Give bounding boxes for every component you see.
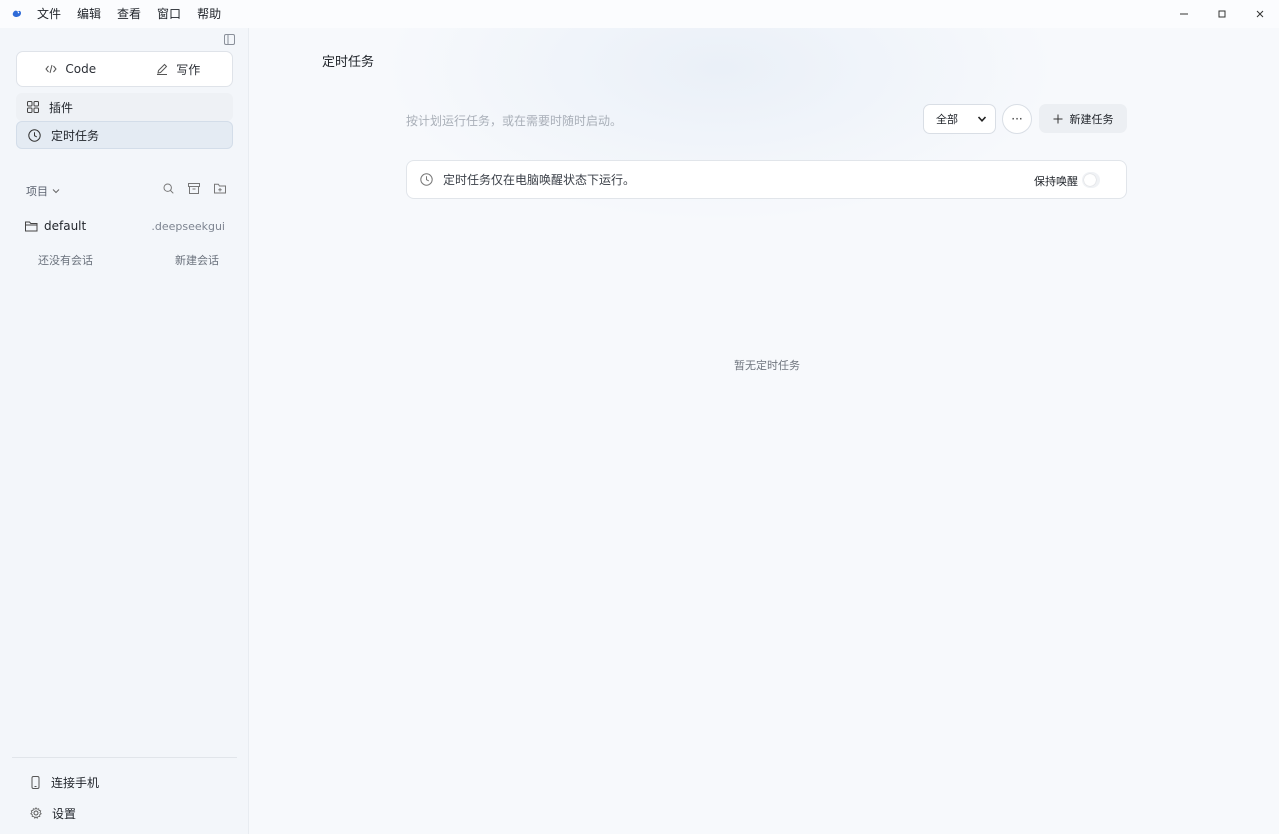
menu-window[interactable]: 窗口 (157, 0, 181, 28)
filter-selected-value: 全部 (936, 113, 958, 126)
mode-code-button[interactable]: Code (17, 52, 125, 86)
project-item-default[interactable]: default .deepseekgui (25, 217, 225, 235)
page-title: 定时任务 (322, 55, 375, 70)
chevron-down-icon (977, 114, 987, 124)
new-folder-icon[interactable] (214, 183, 226, 194)
close-icon (1256, 10, 1264, 18)
project-path: .deepseekgui (151, 219, 225, 233)
menu-view[interactable]: 查看 (117, 0, 141, 28)
title-bar: 文件 编辑 查看 窗口 帮助 (0, 0, 1279, 28)
gear-icon (30, 807, 42, 819)
phone-icon (30, 775, 41, 789)
minimize-icon (1180, 13, 1188, 15)
new-task-button[interactable]: 新建任务 (1039, 104, 1127, 133)
ellipsis-icon: ··· (1011, 112, 1023, 126)
project-name: default (44, 219, 87, 233)
sidebar-toggle-icon[interactable] (224, 34, 235, 45)
connect-phone-button[interactable]: 连接手机 (30, 774, 99, 790)
empty-state-text: 暂无定时任务 (734, 359, 800, 372)
toggle-knob (1084, 174, 1096, 186)
close-button[interactable] (1241, 0, 1279, 28)
main-content: 定时任务 按计划运行任务，或在需要时随时启动。 全部 ··· 新建任务 定时任务… (250, 28, 1279, 834)
more-options-button[interactable]: ··· (1002, 104, 1032, 134)
new-session-link[interactable]: 新建会话 (175, 252, 219, 267)
clock-icon (420, 173, 433, 186)
search-icon[interactable] (163, 183, 174, 194)
menu-help[interactable]: 帮助 (197, 0, 221, 28)
clock-icon (28, 128, 41, 142)
maximize-button[interactable] (1203, 0, 1241, 28)
no-sessions-label: 还没有会话 (38, 254, 93, 267)
sidebar-item-label: 插件 (49, 100, 74, 115)
mode-switch: Code 写作 (16, 51, 233, 87)
session-row: 还没有会话 新建会话 (38, 252, 219, 267)
settings-button[interactable]: 设置 (30, 805, 76, 821)
settings-label: 设置 (52, 806, 77, 821)
projects-header: 项目 (26, 183, 226, 199)
awake-notice-card: 定时任务仅在电脑唤醒状态下运行。 保持唤醒 (406, 160, 1127, 199)
code-icon (45, 64, 58, 74)
minimize-button[interactable] (1165, 0, 1203, 28)
sidebar-item-label: 定时任务 (51, 128, 100, 143)
sidebar-divider (12, 757, 237, 758)
projects-dropdown[interactable]: 项目 (26, 183, 48, 199)
app-logo-icon (11, 8, 23, 20)
keep-awake-label: 保持唤醒 (1034, 175, 1078, 188)
folder-icon (25, 221, 38, 232)
window-controls (1165, 0, 1279, 28)
grid-icon (27, 101, 39, 113)
mode-code-label: Code (65, 62, 97, 76)
menu-edit[interactable]: 编辑 (77, 0, 101, 28)
menu-file[interactable]: 文件 (37, 0, 61, 28)
archive-icon[interactable] (188, 183, 200, 194)
maximize-icon (1218, 10, 1226, 18)
mode-write-label: 写作 (176, 62, 201, 77)
pencil-icon (156, 63, 168, 75)
sidebar-item-plugins[interactable]: 插件 (16, 93, 233, 121)
page-subtitle: 按计划运行任务，或在需要时随时启动。 (406, 114, 623, 128)
connect-phone-label: 连接手机 (51, 775, 100, 790)
plus-icon (1053, 114, 1063, 124)
filter-select[interactable]: 全部 (923, 104, 996, 134)
mode-write-button[interactable]: 写作 (125, 52, 233, 86)
awake-notice-text: 定时任务仅在电脑唤醒状态下运行。 (443, 173, 636, 187)
chevron-down-icon[interactable] (52, 188, 60, 194)
new-task-label: 新建任务 (1069, 112, 1114, 126)
keep-awake-toggle[interactable] (1082, 172, 1100, 188)
project-tools (163, 183, 226, 194)
sidebar-item-scheduled-tasks[interactable]: 定时任务 (16, 121, 233, 149)
sidebar: Code 写作 插件 定时任务 项目 default .deepseekgui … (0, 28, 249, 834)
